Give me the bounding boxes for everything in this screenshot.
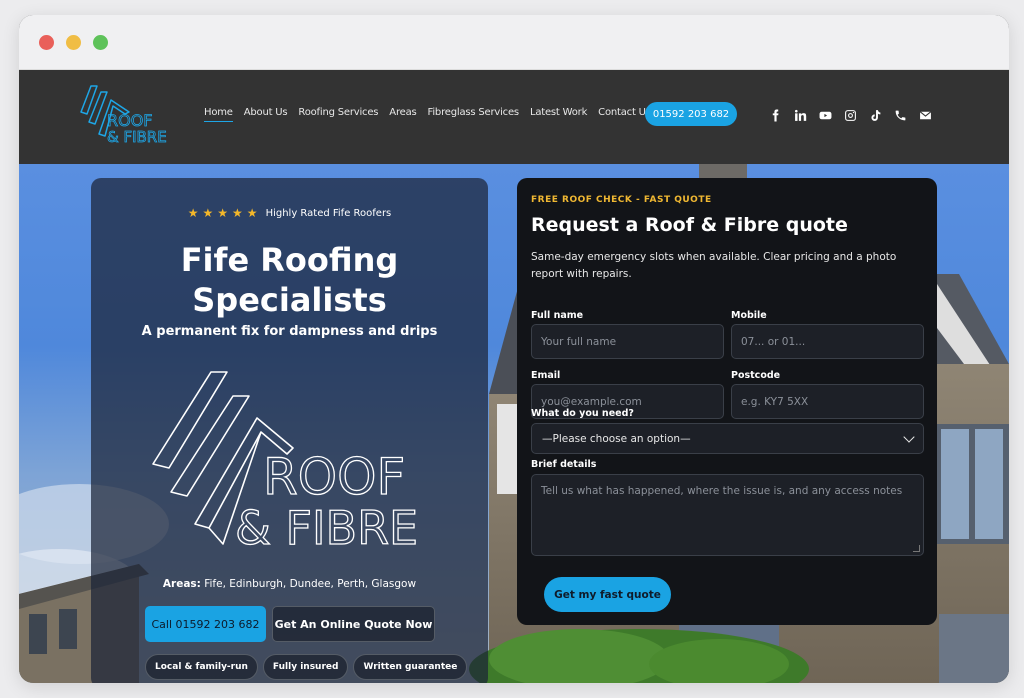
badge-insured: Fully insured — [262, 654, 349, 680]
areas-list: Fife, Edinburgh, Dundee, Perth, Glasgow — [204, 578, 417, 590]
chevron-down-icon — [903, 430, 915, 443]
call-button[interactable]: Call 01592 203 682 — [145, 606, 266, 642]
hero-logo-fibre: & FIBRE — [235, 501, 418, 548]
hero-logo-roof: ROOF — [263, 448, 405, 506]
nav-link-contact[interactable]: Contact Us — [598, 107, 651, 122]
nav-link-about[interactable]: About Us — [244, 107, 288, 122]
close-window-button[interactable] — [39, 35, 54, 50]
star-icon: ★ — [232, 206, 243, 220]
browser-window: ROOF & FIBRE Home About Us Roofing Servi… — [19, 15, 1009, 683]
instagram-icon[interactable] — [843, 108, 857, 122]
badge-guarantee: Written guarantee — [353, 654, 468, 680]
star-icon: ★ — [217, 206, 229, 220]
rating-row: ★ ★ ★ ★ ★ Highly Rated Fife Roofers — [91, 206, 488, 220]
linkedin-icon[interactable] — [793, 108, 807, 122]
email-label: Email — [531, 370, 561, 381]
full-name-label: Full name — [531, 310, 584, 321]
quote-form-card: FREE ROOF CHECK - FAST QUOTE Request a R… — [517, 178, 937, 625]
nav-link-areas[interactable]: Areas — [389, 107, 416, 122]
social-links — [768, 108, 932, 122]
mobile-label: Mobile — [731, 310, 767, 321]
star-icon: ★ — [187, 206, 199, 220]
hero-subtitle: A permanent fix for dampness and drips — [141, 324, 438, 339]
youtube-icon[interactable] — [818, 108, 832, 122]
form-description: Same-day emergency slots when available.… — [531, 251, 897, 280]
site-logo[interactable]: ROOF & FIBRE — [77, 82, 169, 148]
main-nav: Home About Us Roofing Services Areas Fib… — [204, 107, 651, 122]
need-select[interactable]: —Please choose an option— — [531, 423, 924, 454]
minimize-window-button[interactable] — [66, 35, 81, 50]
star-icon: ★ — [202, 206, 214, 220]
submit-quote-button[interactable]: Get my fast quote — [544, 577, 671, 612]
facebook-icon[interactable] — [768, 108, 782, 122]
need-label: What do you need? — [531, 408, 634, 419]
nav-link-latest-work[interactable]: Latest Work — [530, 107, 587, 122]
postcode-label: Postcode — [731, 370, 781, 381]
areas-label: Areas: — [162, 578, 201, 590]
postcode-input[interactable]: e.g. KY7 5XX — [731, 384, 924, 419]
hero-info-card: ★ ★ ★ ★ ★ Highly Rated Fife Roofers Fife… — [91, 178, 488, 683]
online-quote-button[interactable]: Get An Online Quote Now — [272, 606, 435, 642]
site-header: ROOF & FIBRE Home About Us Roofing Servi… — [19, 70, 1009, 164]
logo-text-fibre: & FIBRE — [107, 128, 167, 146]
window-titlebar — [19, 15, 1009, 70]
details-textarea[interactable]: Tell us what has happened, where the iss… — [531, 474, 924, 556]
service-areas: Areas: Fife, Edinburgh, Dundee, Perth, G… — [91, 578, 488, 590]
mobile-input[interactable]: 07... or 01... — [731, 324, 924, 359]
details-placeholder: Tell us what has happened, where the iss… — [541, 485, 903, 497]
header-phone-button[interactable]: 01592 203 682 — [645, 102, 737, 126]
hero-logo: ROOF & FIBRE — [152, 371, 419, 548]
trust-badges: Local & family-run Fully insured Written… — [145, 654, 468, 680]
resize-handle-icon[interactable] — [913, 545, 920, 552]
nav-link-home[interactable]: Home — [204, 107, 233, 122]
badge-local: Local & family-run — [145, 654, 258, 680]
need-select-value: —Please choose an option— — [542, 432, 691, 445]
nav-link-fibreglass-services[interactable]: Fibreglass Services — [428, 107, 520, 122]
hero-title: Fife Roofing Specialists — [180, 241, 399, 319]
tiktok-icon[interactable] — [868, 108, 882, 122]
nav-link-roofing-services[interactable]: Roofing Services — [298, 107, 378, 122]
email-icon[interactable] — [918, 108, 932, 122]
hero-section: ★ ★ ★ ★ ★ Highly Rated Fife Roofers Fife… — [19, 164, 1009, 683]
full-name-input[interactable]: Your full name — [531, 324, 724, 359]
form-title: Request a Roof & Fibre quote — [531, 214, 848, 236]
maximize-window-button[interactable] — [93, 35, 108, 50]
star-icon: ★ — [246, 206, 258, 220]
details-label: Brief details — [531, 459, 597, 470]
rating-text: Highly Rated Fife Roofers — [265, 207, 392, 219]
phone-icon[interactable] — [893, 108, 907, 122]
form-eyebrow: FREE ROOF CHECK - FAST QUOTE — [531, 195, 712, 205]
